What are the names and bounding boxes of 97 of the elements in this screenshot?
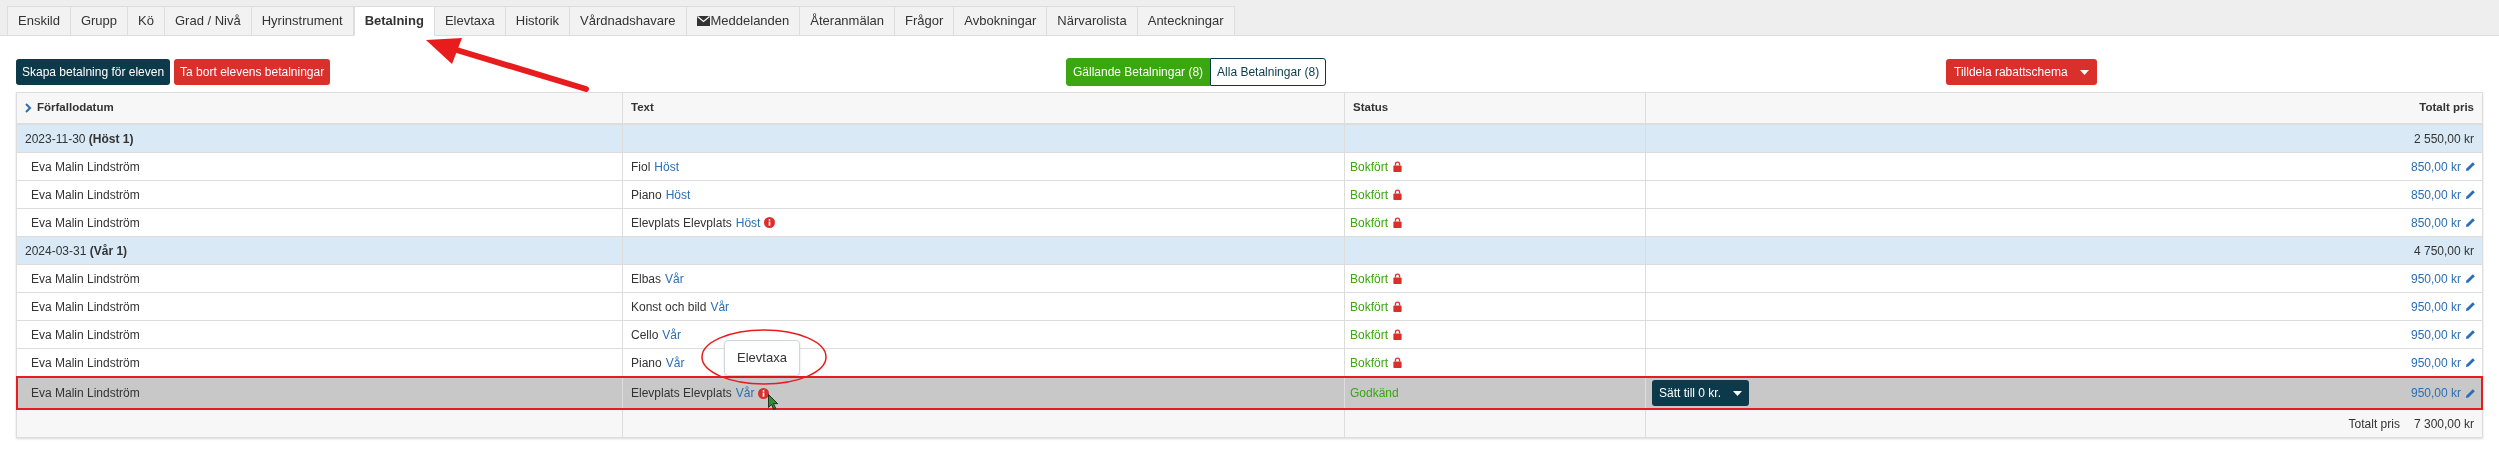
price-link[interactable]: 850,00 kr xyxy=(2410,185,2461,204)
term-link[interactable]: Höst xyxy=(735,213,761,232)
edit-icon[interactable] xyxy=(2465,161,2476,172)
price-link[interactable]: 950,00 kr xyxy=(2410,353,2461,372)
caret-icon xyxy=(2079,69,2089,75)
status-text: Bokfört xyxy=(1350,186,1388,204)
price-link[interactable]: 850,00 kr xyxy=(2410,213,2461,232)
set-zero-dropdown[interactable]: Sätt till 0 kr. xyxy=(1652,380,1750,406)
lock-icon xyxy=(1392,301,1403,312)
status-text: Bokfört xyxy=(1350,214,1388,232)
tab[interactable]: Elevtaxa xyxy=(433,6,506,36)
price-link[interactable]: 950,00 kr xyxy=(2410,297,2461,316)
table-cell-text: Eva Malin Lindström xyxy=(31,186,140,204)
create-payment-button[interactable]: Skapa betalning för eleven xyxy=(16,59,171,85)
table-row[interactable]: Eva Malin Lindström Konst och bild Vår Bokfört 950,00 kr xyxy=(17,293,2482,321)
item-name: Elevplats Elevplats xyxy=(631,385,732,402)
info-icon[interactable] xyxy=(758,387,770,399)
item-name: Elevplats Elevplats xyxy=(631,214,732,232)
column-header: Förfallodatum xyxy=(37,100,114,116)
tab[interactable]: Enskild xyxy=(7,6,71,36)
group-date: 2024-03-31 (Vår 1) xyxy=(25,242,128,260)
tab[interactable]: Grupp xyxy=(69,6,129,36)
group-total: 4 750,00 kr xyxy=(2413,242,2474,260)
item-name: Cello xyxy=(631,326,659,344)
tab[interactable]: Vårdnadshavare xyxy=(569,6,687,36)
edit-icon[interactable] xyxy=(2465,217,2476,228)
term-link[interactable]: Vår xyxy=(662,325,682,344)
cursor-icon xyxy=(768,394,779,410)
table-cell-text: Eva Malin Lindström xyxy=(31,326,140,344)
item-name: Piano xyxy=(631,186,662,204)
status-text: Bokfört xyxy=(1350,298,1388,316)
group-date: 2023-11-30 (Höst 1) xyxy=(25,130,134,148)
term-link[interactable]: Vår xyxy=(710,297,730,316)
table-cell-text: Eva Malin Lindström xyxy=(31,158,140,176)
tooltip: Elevtaxa xyxy=(724,340,800,376)
lock-icon xyxy=(1392,217,1403,228)
selected-row[interactable]: Eva Malin Lindström Elevplats Elevplats Vår Godkänd Sätt till 0 kr. 950,00 kr xyxy=(17,377,2482,409)
filter-toggle[interactable]: Alla Betalningar (8) xyxy=(1210,58,1327,86)
table-row[interactable]: Eva Malin Lindström Cello Vår Bokfört 950,00 kr xyxy=(17,321,2482,349)
edit-icon[interactable] xyxy=(2465,301,2476,312)
table-row[interactable]: Eva Malin Lindström Fiol Höst Bokfört 850,00 kr xyxy=(17,153,2482,181)
column-header: Text xyxy=(631,100,654,116)
tab[interactable]: Meddelanden xyxy=(685,6,801,36)
price-link[interactable]: 850,00 kr xyxy=(2410,157,2461,176)
edit-icon[interactable] xyxy=(2465,189,2476,200)
item-name: Konst och bild xyxy=(631,298,707,316)
term-link[interactable]: Vår xyxy=(665,353,685,372)
tab[interactable]: Hyrinstrument xyxy=(250,6,354,36)
edit-icon[interactable] xyxy=(2465,387,2476,399)
tab[interactable]: Betalning xyxy=(353,6,435,36)
column-header: Totalt pris xyxy=(2419,100,2474,116)
item-name: Fiol xyxy=(631,158,651,176)
tab[interactable]: Historik xyxy=(504,6,571,36)
footer-label: Totalt pris xyxy=(2348,415,2400,433)
lock-icon xyxy=(1392,189,1403,200)
status-text: Bokfört xyxy=(1350,326,1388,344)
tab[interactable]: Grad / Nivå xyxy=(163,6,252,36)
tab[interactable]: Frågor xyxy=(894,6,955,36)
column-header: Status xyxy=(1353,100,1389,116)
tab[interactable]: Anteckningar xyxy=(1136,6,1235,36)
term-link[interactable]: Vår xyxy=(665,269,684,288)
lock-icon xyxy=(1392,273,1403,284)
chevron-right-icon[interactable] xyxy=(25,103,32,113)
table-cell-text: Eva Malin Lindström xyxy=(31,385,140,402)
lock-icon xyxy=(1392,161,1403,172)
group-total: 2 550,00 kr xyxy=(2413,130,2474,148)
delete-payments-button[interactable]: Ta bort elevens betalningar xyxy=(174,59,331,85)
lock-icon xyxy=(1392,329,1403,340)
table-row[interactable]: Eva Malin Lindström Elbas Vår Bokfört 950,00 kr xyxy=(17,265,2482,293)
tab[interactable]: Återanmälan xyxy=(799,6,895,36)
tab[interactable]: Kö xyxy=(127,6,165,36)
status-text: Godkänd xyxy=(1350,385,1399,402)
price-link[interactable]: 950,00 kr xyxy=(2410,325,2461,344)
discount-dropdown[interactable]: Tilldela rabattschema xyxy=(1946,59,2097,85)
edit-icon[interactable] xyxy=(2465,273,2476,284)
price-link[interactable]: 950,00 kr xyxy=(2410,269,2461,288)
caret-icon xyxy=(1733,390,1743,396)
footer-total: 7 300,00 kr xyxy=(2413,415,2474,433)
tab[interactable]: Närvarolista xyxy=(1046,6,1138,36)
table-cell-text: Eva Malin Lindström xyxy=(31,270,140,288)
table-row[interactable]: Eva Malin Lindström Elevplats Elevplats Höst Bokfört 850,00 kr xyxy=(17,209,2482,237)
table-cell-text: Eva Malin Lindström xyxy=(31,354,140,372)
status-text: Bokfört xyxy=(1350,158,1388,176)
item-name: Elbas xyxy=(631,270,662,288)
term-link[interactable]: Höst xyxy=(654,157,680,176)
envelope-icon xyxy=(696,16,710,26)
table-row[interactable]: Eva Malin Lindström Piano Höst Bokfört 850,00 kr xyxy=(17,181,2482,209)
lock-icon xyxy=(1392,357,1403,368)
table-cell-text: Eva Malin Lindström xyxy=(31,298,140,316)
item-name: Piano xyxy=(631,354,662,372)
status-text: Bokfört xyxy=(1350,270,1388,288)
tab[interactable]: Avbokningar xyxy=(953,6,1048,36)
edit-icon[interactable] xyxy=(2465,329,2476,340)
edit-icon[interactable] xyxy=(2465,357,2476,368)
status-text: Bokfört xyxy=(1350,354,1388,372)
term-link[interactable]: Höst xyxy=(665,185,691,204)
table-cell-text: Eva Malin Lindström xyxy=(31,214,140,232)
